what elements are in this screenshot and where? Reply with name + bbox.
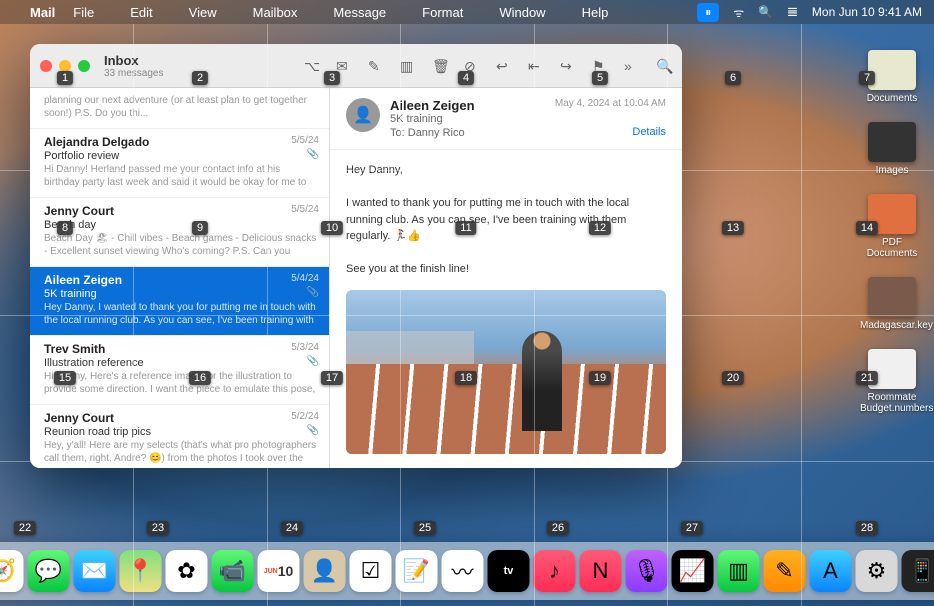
wifi-icon[interactable]: ᯤ bbox=[733, 4, 744, 21]
menubar: Mail File Edit View Mailbox Message Format Win… bbox=[0, 0, 934, 24]
dock: 🙂▦🧭💬✉️📍✿📹JUN10👤☑📝〰tv♪N🎙📈▥✎A⚙📱⬇🗑 bbox=[0, 542, 934, 600]
desktop-item[interactable]: Roommate Budget.numbers bbox=[860, 349, 924, 414]
dock-messages[interactable]: 💬 bbox=[28, 550, 70, 592]
desktop-icons: Documents Images PDF Documents Madagascar.k… bbox=[860, 50, 924, 414]
mail-titlebar: Inbox 33 messages ⌥ ✉ ✎ ▥ 🗑 ⊘ ↩ ⇤ ↪ ⚑ » 🔍 bbox=[30, 44, 682, 88]
message-pane: 👤 Aileen Zeigen 5K training To: Danny Ri… bbox=[330, 88, 682, 468]
dock-iphone[interactable]: 📱 bbox=[902, 550, 934, 592]
forward-icon[interactable]: ↪ bbox=[560, 58, 576, 74]
app-name[interactable]: Mail bbox=[30, 5, 55, 20]
desktop-item[interactable]: Images bbox=[860, 122, 924, 176]
archive-icon[interactable]: ▥ bbox=[400, 58, 416, 74]
envelope-open-icon[interactable]: ⌥ bbox=[304, 58, 320, 74]
dock-photos[interactable]: ✿ bbox=[166, 550, 208, 592]
spotlight-icon[interactable]: 🔍 bbox=[758, 5, 773, 19]
menu-window[interactable]: Window bbox=[499, 5, 545, 20]
window-controls bbox=[40, 60, 90, 72]
mail-list-item[interactable]: Jenny Court5/2/24Reunion road trip pics📎… bbox=[30, 405, 329, 468]
junk-icon[interactable]: ⊘ bbox=[464, 58, 480, 74]
message-list[interactable]: planning our next adventure (or at least… bbox=[30, 88, 330, 468]
mailbox-title: Inbox bbox=[104, 53, 163, 68]
search-icon[interactable]: 🔍 bbox=[656, 58, 672, 74]
envelope-icon[interactable]: ✉ bbox=[336, 58, 352, 74]
mail-list-item[interactable]: Aileen Zeigen5/4/245K training📎Hey Danny… bbox=[30, 267, 329, 336]
dock-safari[interactable]: 🧭 bbox=[0, 550, 24, 592]
message-attachment-image[interactable] bbox=[346, 290, 666, 455]
menu-help[interactable]: Help bbox=[582, 5, 609, 20]
dock-maps[interactable]: 📍 bbox=[120, 550, 162, 592]
dock-notes[interactable]: 📝 bbox=[396, 550, 438, 592]
desktop-item[interactable]: PDF Documents bbox=[860, 194, 924, 259]
mail-list-item[interactable]: Jenny Court5/5/24Beach dayBeach Day 🏖 - … bbox=[30, 198, 329, 267]
menu-file[interactable]: File bbox=[73, 5, 94, 20]
reply-icon[interactable]: ↩ bbox=[496, 58, 512, 74]
menu-format[interactable]: Format bbox=[422, 5, 463, 20]
menubar-datetime[interactable]: Mon Jun 10 9:41 AM bbox=[812, 5, 922, 19]
mailbox-count: 33 messages bbox=[104, 68, 163, 79]
more-icon[interactable]: » bbox=[624, 58, 640, 74]
sender-avatar: 👤 bbox=[346, 98, 380, 132]
mail-list-item[interactable]: planning our next adventure (or at least… bbox=[30, 88, 329, 129]
details-button[interactable]: Details bbox=[632, 126, 666, 138]
message-body: Hey Danny, I wanted to thank you for put… bbox=[330, 150, 682, 290]
dock-podcasts[interactable]: 🎙 bbox=[626, 550, 668, 592]
dock-calendar[interactable]: JUN10 bbox=[258, 550, 300, 592]
menu-mailbox[interactable]: Mailbox bbox=[253, 5, 298, 20]
dock-music[interactable]: ♪ bbox=[534, 550, 576, 592]
dock-contacts[interactable]: 👤 bbox=[304, 550, 346, 592]
mail-list-item[interactable]: Trev Smith5/3/24Illustration reference📎H… bbox=[30, 336, 329, 405]
minimize-button[interactable] bbox=[59, 60, 71, 72]
mail-window: Inbox 33 messages ⌥ ✉ ✎ ▥ 🗑 ⊘ ↩ ⇤ ↪ ⚑ » 🔍 planning … bbox=[30, 44, 682, 468]
message-header: 👤 Aileen Zeigen 5K training To: Danny Ri… bbox=[330, 88, 682, 150]
dock-appstore[interactable]: A bbox=[810, 550, 852, 592]
dock-numbers[interactable]: ▥ bbox=[718, 550, 760, 592]
menu-view[interactable]: View bbox=[189, 5, 217, 20]
menu-edit[interactable]: Edit bbox=[130, 5, 152, 20]
dock-news[interactable]: N bbox=[580, 550, 622, 592]
control-center-icon[interactable]: 𝌆 bbox=[787, 5, 798, 19]
menu-message[interactable]: Message bbox=[333, 5, 386, 20]
dock-tv[interactable]: tv bbox=[488, 550, 530, 592]
flag-icon[interactable]: ⚑ bbox=[592, 58, 608, 74]
compose-icon[interactable]: ✎ bbox=[368, 58, 384, 74]
dock-freeform[interactable]: 〰 bbox=[442, 550, 484, 592]
dock-stocks[interactable]: 📈 bbox=[672, 550, 714, 592]
desktop-item[interactable]: Documents bbox=[860, 50, 924, 104]
close-button[interactable] bbox=[40, 60, 52, 72]
message-subject: 5K training bbox=[346, 113, 666, 125]
dock-pages[interactable]: ✎ bbox=[764, 550, 806, 592]
zoom-button[interactable] bbox=[78, 60, 90, 72]
mail-list-item[interactable]: Alejandra Delgado5/5/24Portfolio review📎… bbox=[30, 129, 329, 198]
message-timestamp: May 4, 2024 at 10:04 AM bbox=[555, 98, 666, 109]
desktop-item[interactable]: Madagascar.key bbox=[860, 277, 924, 331]
dock-settings[interactable]: ⚙ bbox=[856, 550, 898, 592]
dock-mail[interactable]: ✉️ bbox=[74, 550, 116, 592]
dock-reminders[interactable]: ☑ bbox=[350, 550, 392, 592]
trash-icon[interactable]: 🗑 bbox=[432, 58, 448, 74]
reply-all-icon[interactable]: ⇤ bbox=[528, 58, 544, 74]
dock-facetime[interactable]: 📹 bbox=[212, 550, 254, 592]
mail-toolbar: ⌥ ✉ ✎ ▥ 🗑 ⊘ ↩ ⇤ ↪ ⚑ » 🔍 bbox=[304, 58, 672, 74]
message-to: To: Danny Rico bbox=[346, 127, 666, 139]
voice-control-indicator[interactable]: ⏸ bbox=[697, 3, 719, 22]
